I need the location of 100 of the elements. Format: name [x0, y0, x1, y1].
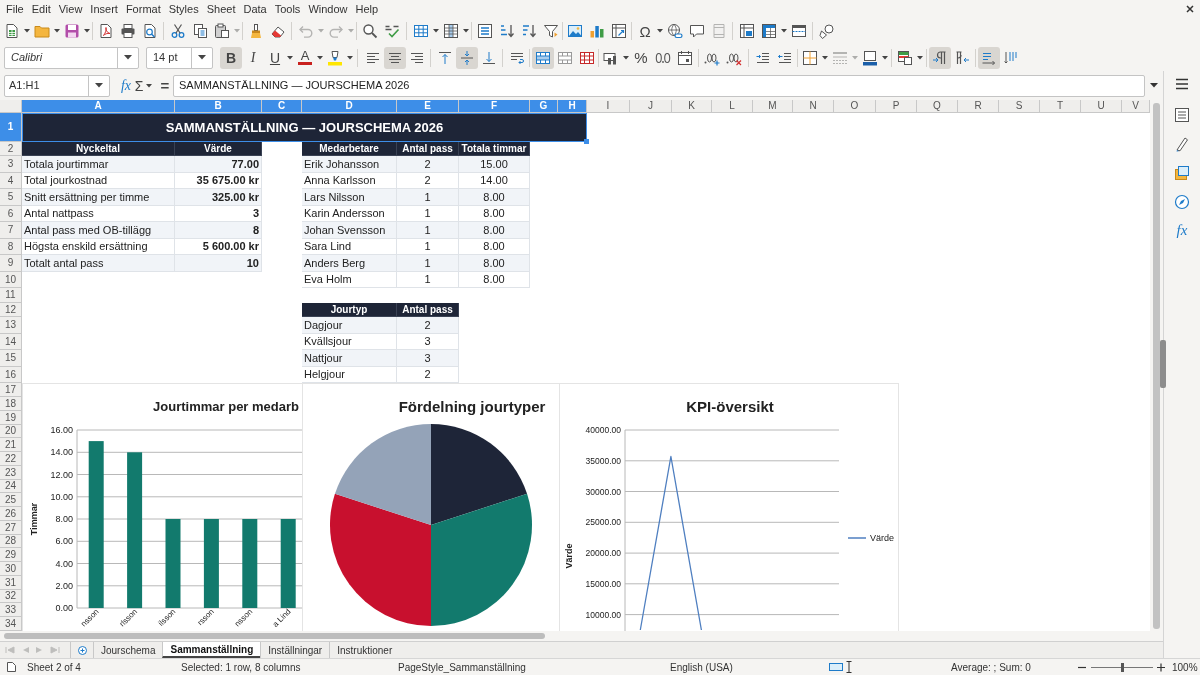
- table-header-cell[interactable]: Medarbetare: [302, 142, 397, 156]
- table-cell[interactable]: 1: [397, 255, 459, 272]
- sort-ascending-icon[interactable]: [499, 23, 515, 39]
- row-header[interactable]: 21: [0, 438, 22, 452]
- row-header[interactable]: 15: [0, 350, 22, 367]
- sheet-tab[interactable]: Sammanställning: [162, 642, 261, 658]
- menu-item[interactable]: Styles: [164, 0, 203, 18]
- row-header[interactable]: 9: [0, 255, 22, 272]
- table-cell[interactable]: 2: [397, 156, 459, 173]
- table-cell[interactable]: 8.00: [459, 189, 530, 206]
- table-cell[interactable]: 8.00: [459, 272, 530, 288]
- row-header[interactable]: 25: [0, 493, 22, 507]
- paste-icon[interactable]: [214, 23, 230, 39]
- table-cell[interactable]: 325.00 kr: [175, 189, 262, 206]
- table-cell[interactable]: 10: [175, 255, 262, 272]
- row-header[interactable]: 34: [0, 617, 22, 631]
- caret-icon[interactable]: [54, 29, 60, 33]
- fill-handle[interactable]: [584, 139, 589, 144]
- table-cell[interactable]: 1: [397, 206, 459, 222]
- table-cell[interactable]: Totala jourtimmar: [22, 156, 175, 173]
- column-header[interactable]: U: [1081, 100, 1122, 113]
- column-header[interactable]: S: [999, 100, 1040, 113]
- functions-button[interactable]: fx: [1175, 221, 1189, 239]
- row-header[interactable]: 12: [0, 303, 22, 317]
- table-cell[interactable]: 14.00: [459, 173, 530, 189]
- table-cell[interactable]: 1: [397, 239, 459, 255]
- menu-item[interactable]: View: [54, 0, 87, 18]
- row-header[interactable]: 13: [0, 317, 22, 334]
- caret-icon[interactable]: [317, 55, 323, 60]
- column-header[interactable]: O: [834, 100, 876, 113]
- caret-icon[interactable]: [95, 83, 103, 88]
- column-header[interactable]: I: [587, 100, 630, 113]
- table-cell[interactable]: 8.00: [459, 239, 530, 255]
- table-cell[interactable]: Sara Lind: [302, 239, 397, 255]
- font-size-box[interactable]: 14 pt: [146, 46, 213, 69]
- print-range-icon[interactable]: [739, 23, 755, 39]
- menu-item[interactable]: Edit: [27, 0, 55, 18]
- row-header[interactable]: 2: [0, 142, 22, 156]
- row-header[interactable]: 32: [0, 590, 22, 603]
- table-cell[interactable]: Antal nattpass: [22, 206, 175, 222]
- caret-icon[interactable]: [287, 55, 293, 60]
- spelling-icon[interactable]: [384, 23, 400, 39]
- pie-chart[interactable]: Fördelning jourtyper: [302, 383, 559, 631]
- table-header-cell[interactable]: Totala timmar: [459, 142, 530, 156]
- column-header[interactable]: K: [672, 100, 712, 113]
- row-header[interactable]: 20: [0, 425, 22, 438]
- conditional-format-icon[interactable]: [897, 49, 913, 66]
- zoom-text[interactable]: 100%: [1172, 659, 1198, 675]
- menu-icon[interactable]: [1175, 78, 1189, 90]
- menu-item[interactable]: File: [2, 0, 28, 18]
- close-icon[interactable]: [1186, 5, 1194, 13]
- row-header[interactable]: 29: [0, 548, 22, 562]
- font-color-button[interactable]: A: [294, 46, 316, 69]
- highlighter-icon[interactable]: [327, 49, 343, 66]
- percent-button[interactable]: %: [630, 46, 652, 69]
- menu-item[interactable]: Help: [351, 0, 383, 18]
- page-style-text[interactable]: PageStyle_Sammanställning: [398, 659, 670, 675]
- zoom-slider[interactable]: [1091, 662, 1153, 672]
- caret-icon[interactable]: [347, 55, 353, 60]
- table-cell[interactable]: Nattjour: [302, 350, 397, 367]
- column-header[interactable]: V: [1122, 100, 1150, 113]
- print-preview-icon[interactable]: [142, 23, 158, 39]
- find-replace-icon[interactable]: [362, 23, 378, 39]
- columns-icon[interactable]: [443, 23, 459, 39]
- table-cell[interactable]: 8.00: [459, 206, 530, 222]
- merge-cells-icon[interactable]: [557, 49, 573, 66]
- split-window-icon[interactable]: [791, 23, 807, 39]
- caret-icon[interactable]: [623, 55, 629, 60]
- caret-icon[interactable]: [917, 55, 923, 60]
- add-sheet-icon[interactable]: [77, 645, 87, 655]
- row-header[interactable]: 31: [0, 576, 22, 590]
- selection-mode-icon[interactable]: [829, 663, 843, 671]
- sort-descending-icon[interactable]: [521, 23, 537, 39]
- caret-icon[interactable]: [882, 55, 888, 60]
- row-header[interactable]: 10: [0, 272, 22, 288]
- properties-icon[interactable]: [1174, 107, 1190, 123]
- comment-icon[interactable]: [689, 23, 705, 39]
- table-cell[interactable]: Lars Nilsson: [302, 189, 397, 206]
- menu-item[interactable]: Insert: [86, 0, 122, 18]
- freeze-icon[interactable]: [761, 23, 777, 39]
- table-header-cell[interactable]: Antal pass: [397, 303, 459, 317]
- table-cell[interactable]: 2: [397, 317, 459, 334]
- formula-input[interactable]: SAMMANSTÄLLNING — JOURSCHEMA 2026: [173, 74, 1145, 97]
- image-icon[interactable]: [567, 23, 583, 39]
- compass-icon[interactable]: [1174, 194, 1190, 210]
- row-header[interactable]: 8: [0, 239, 22, 255]
- row-header[interactable]: 3: [0, 156, 22, 173]
- table-cell[interactable]: 77.00: [175, 156, 262, 173]
- filter-icon[interactable]: [543, 23, 559, 39]
- paintbrush-icon[interactable]: [248, 23, 264, 39]
- table-cell[interactable]: Snitt ersättning per timme: [22, 189, 175, 206]
- row-header[interactable]: 22: [0, 452, 22, 466]
- row-header[interactable]: 17: [0, 383, 22, 397]
- column-header[interactable]: P: [876, 100, 917, 113]
- function-wizard-button[interactable]: fx: [119, 75, 133, 96]
- row-header[interactable]: 26: [0, 507, 22, 521]
- table-header-cell[interactable]: Antal pass: [397, 142, 459, 156]
- caret-icon[interactable]: [433, 29, 439, 33]
- italic-button[interactable]: I: [242, 46, 264, 69]
- table-cell[interactable]: Erik Johansson: [302, 156, 397, 173]
